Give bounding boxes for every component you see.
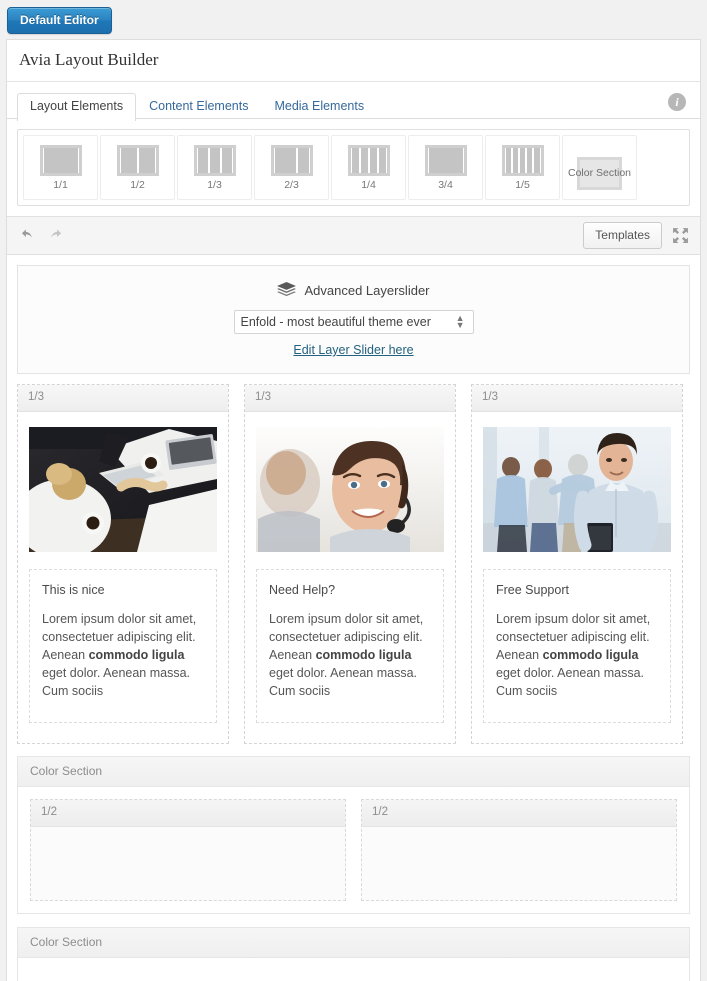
default-editor-button[interactable]: Default Editor	[7, 7, 112, 34]
element-tabs: Layout Elements Content Elements Media E…	[17, 92, 690, 121]
layerslider-header: Advanced Layerslider	[18, 282, 689, 299]
column-size-label: 1/3	[472, 385, 682, 412]
color-section-body	[18, 958, 689, 981]
text-element[interactable]: Free Support Lorem ipsum dolor sit amet,…	[483, 569, 671, 723]
palette-item-1-3[interactable]: 1/3	[177, 135, 252, 200]
palette-item-label: 1/2	[130, 178, 145, 191]
column-size-label: 1/3	[18, 385, 228, 412]
text-heading: This is nice	[42, 583, 105, 597]
tab-layout-elements[interactable]: Layout Elements	[17, 93, 137, 121]
columns-row: 1/3 This is nice Lorem ipsum dolor sit a…	[17, 384, 690, 744]
palette-item-1-1[interactable]: 1/1	[23, 135, 98, 200]
palette-item-1-4[interactable]: 1/4	[331, 135, 406, 200]
palette-item-1-2[interactable]: 1/2	[100, 135, 175, 200]
column-1-3-second[interactable]: 1/3 Need Help? Lorem ipsum dolor sit ame…	[244, 384, 456, 744]
palette-item-label: 1/1	[53, 178, 68, 191]
column-1-2-first[interactable]: 1/2	[30, 799, 346, 901]
text-element[interactable]: Need Help? Lorem ipsum dolor sit amet, c…	[256, 569, 444, 723]
text-body: Lorem ipsum dolor sit amet, consectetuer…	[269, 612, 424, 698]
layerslider-select[interactable]: Enfold - most beautiful theme ever	[233, 310, 474, 334]
color-section-2[interactable]: Color Section	[17, 927, 690, 981]
column-1-2-second[interactable]: 1/2	[361, 799, 677, 901]
element-tabs-bar: Layout Elements Content Elements Media E…	[7, 82, 700, 121]
column-1-5-icon	[501, 144, 544, 176]
color-section-title: Color Section	[18, 928, 689, 958]
layers-icon	[277, 282, 297, 299]
text-body: Lorem ipsum dolor sit amet, consectetuer…	[496, 612, 651, 698]
info-icon[interactable]: i	[668, 93, 686, 111]
page-title: Avia Layout Builder	[7, 40, 700, 82]
layerslider-element[interactable]: Advanced Layerslider Enfold - most beaut…	[17, 265, 690, 374]
column-size-label: 1/3	[245, 385, 455, 412]
image-element[interactable]	[256, 427, 444, 552]
fullscreen-icon[interactable]	[671, 226, 690, 245]
column-1-2-icon	[116, 144, 159, 176]
color-section-body: 1/2 1/2	[18, 787, 689, 913]
palette-inner: 1/1 1/2 1/3 2/3 1/4 3/4 1/5 Color Sectio…	[17, 129, 690, 206]
redo-icon[interactable]	[43, 225, 65, 247]
image-element[interactable]	[483, 427, 671, 552]
column-1-3-third[interactable]: 1/3 Free Support Lorem ipsum dolor sit a…	[471, 384, 683, 744]
palette-item-color-section[interactable]: Color Section	[562, 135, 637, 200]
text-body: Lorem ipsum dolor sit amet, consectetuer…	[42, 612, 197, 698]
column-1-3-icon	[193, 144, 236, 176]
color-section-title: Color Section	[18, 757, 689, 787]
column-1-4-icon	[347, 144, 390, 176]
column-body: Need Help? Lorem ipsum dolor sit amet, c…	[245, 412, 455, 743]
text-heading: Need Help?	[269, 583, 336, 597]
palette-item-label: 3/4	[438, 178, 453, 191]
palette-item-3-4[interactable]: 3/4	[408, 135, 483, 200]
tab-media-elements[interactable]: Media Elements	[261, 93, 377, 120]
palette-item-label: Color Section	[567, 166, 632, 179]
palette-item-label: 1/5	[515, 178, 530, 191]
layout-elements-palette: 1/1 1/2 1/3 2/3 1/4 3/4 1/5 Color Sectio…	[7, 119, 700, 217]
column-body: Free Support Lorem ipsum dolor sit amet,…	[472, 412, 682, 743]
layerslider-title: Advanced Layerslider	[304, 283, 430, 298]
avia-layout-builder-metabox: Avia Layout Builder Layout Elements Cont…	[6, 39, 701, 981]
column-size-label: 1/2	[362, 800, 676, 827]
column-1-1-icon	[39, 144, 82, 176]
column-3-4-icon	[424, 144, 467, 176]
templates-button[interactable]: Templates	[583, 222, 662, 249]
palette-item-1-5[interactable]: 1/5	[485, 135, 560, 200]
color-section-1[interactable]: Color Section 1/2 1/2	[17, 756, 690, 914]
column-body: This is nice Lorem ipsum dolor sit amet,…	[18, 412, 228, 743]
palette-item-label: 1/3	[207, 178, 222, 191]
edit-layer-slider-link[interactable]: Edit Layer Slider here	[293, 343, 413, 357]
column-2-3-icon	[270, 144, 313, 176]
layerslider-select-wrap: Enfold - most beautiful theme ever ▲ ▼	[233, 310, 474, 334]
undo-icon[interactable]	[17, 225, 39, 247]
text-element[interactable]: This is nice Lorem ipsum dolor sit amet,…	[29, 569, 217, 723]
palette-item-label: 2/3	[284, 178, 299, 191]
column-size-label: 1/2	[31, 800, 345, 827]
builder-canvas: Advanced Layerslider Enfold - most beaut…	[7, 255, 700, 981]
tab-content-elements[interactable]: Content Elements	[136, 93, 261, 120]
image-element[interactable]	[29, 427, 217, 552]
palette-item-2-3[interactable]: 2/3	[254, 135, 329, 200]
text-heading: Free Support	[496, 583, 569, 597]
editor-switch-bar: Default Editor	[0, 0, 707, 36]
column-1-3-first[interactable]: 1/3 This is nice Lorem ipsum dolor sit a…	[17, 384, 229, 744]
palette-item-label: 1/4	[361, 178, 376, 191]
builder-toolbar: Templates	[7, 217, 700, 255]
